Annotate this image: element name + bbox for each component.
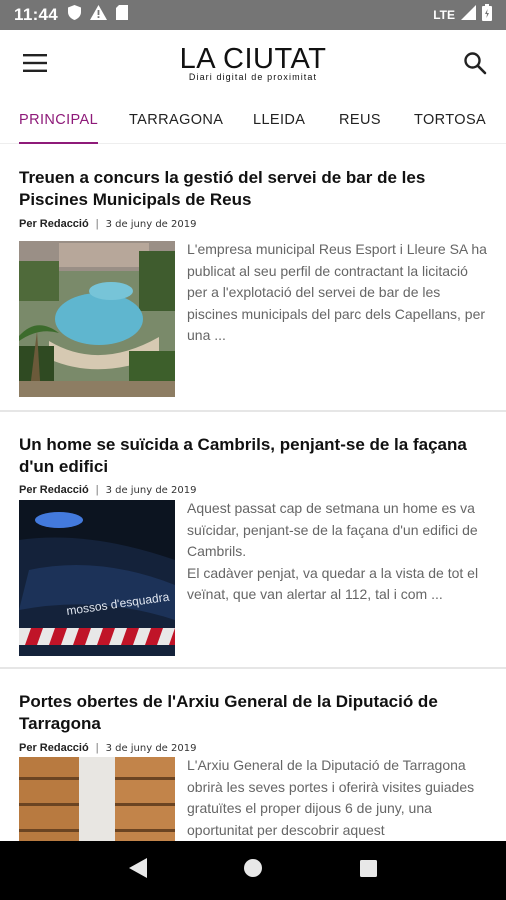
status-right: LTE [433,4,492,26]
search-icon [463,51,487,80]
meta-separator: | [95,484,99,496]
article-excerpt: L'Arxiu General de la Diputació de Tarra… [187,757,475,838]
article-feed: Treuen a concurs la gestió del servei de… [0,145,506,900]
logo-subtitle: Diari digital de proximitat [188,72,318,82]
meta-separator: | [95,742,99,754]
article-title[interactable]: Portes obertes de l'Arxiu General de la … [19,691,489,735]
warning-icon [90,5,108,25]
article-date: 3 de juny de 2019 [105,484,197,496]
tab-tarragona[interactable]: TARRAGONA [129,96,223,144]
article-author[interactable]: Per Redacció [19,484,89,496]
site-logo[interactable]: LA CIUTAT Diari digital de proximitat [0,44,506,82]
battery-icon [482,4,492,26]
recents-square-icon [359,859,377,882]
article-title[interactable]: Treuen a concurs la gestió del servei de… [19,167,489,211]
app-bar: LA CIUTAT Diari digital de proximitat [0,30,506,96]
meta-separator: | [95,218,99,230]
system-nav-bar [0,841,506,900]
article-title[interactable]: Un home se suïcida a Cambrils, penjant-s… [19,434,489,478]
home-button[interactable] [233,851,273,891]
article-card[interactable]: Portes obertes de l'Arxiu General de la … [0,669,506,900]
tab-lleida[interactable]: LLEIDA [253,96,305,144]
shield-icon [68,5,82,25]
article-card[interactable]: Treuen a concurs la gestió del servei de… [0,145,506,412]
tab-reus[interactable]: REUS [339,96,381,144]
article-card[interactable]: Un home se suïcida a Cambrils, penjant-s… [0,412,506,669]
article-author[interactable]: Per Redacció [19,218,89,230]
signal-icon [461,5,476,25]
article-thumbnail[interactable]: mossos d'esquadra [19,500,175,656]
tab-tortosa[interactable]: TORTOSA [414,96,486,144]
article-date: 3 de juny de 2019 [105,742,197,754]
home-circle-icon [243,858,263,883]
category-tabs: PRINCIPAL TARRAGONA LLEIDA REUS TORTOSA [0,96,506,144]
logo-title: LA CIUTAT [179,43,327,75]
tab-principal[interactable]: PRINCIPAL [19,96,99,144]
back-triangle-icon [128,858,147,883]
status-notification-icons [68,5,129,25]
search-button[interactable] [458,48,492,82]
article-excerpt: L'empresa municipal Reus Esport i Lleure… [187,241,487,343]
article-thumbnail[interactable] [19,241,175,397]
article-excerpt: Aquest passat cap de setmana un home es … [187,500,479,602]
status-time: 11:44 [14,5,59,24]
sim-card-icon [116,5,129,25]
article-date: 3 de juny de 2019 [105,218,197,230]
status-bar: 11:44 LTE [0,0,506,30]
recents-button[interactable] [348,851,388,891]
network-type: LTE [433,8,455,22]
article-author[interactable]: Per Redacció [19,742,89,754]
back-button[interactable] [118,851,158,891]
article-meta: Per Redacció | 3 de juny de 2019 [19,218,196,230]
article-meta: Per Redacció | 3 de juny de 2019 [19,484,196,496]
article-meta: Per Redacció | 3 de juny de 2019 [19,742,196,754]
